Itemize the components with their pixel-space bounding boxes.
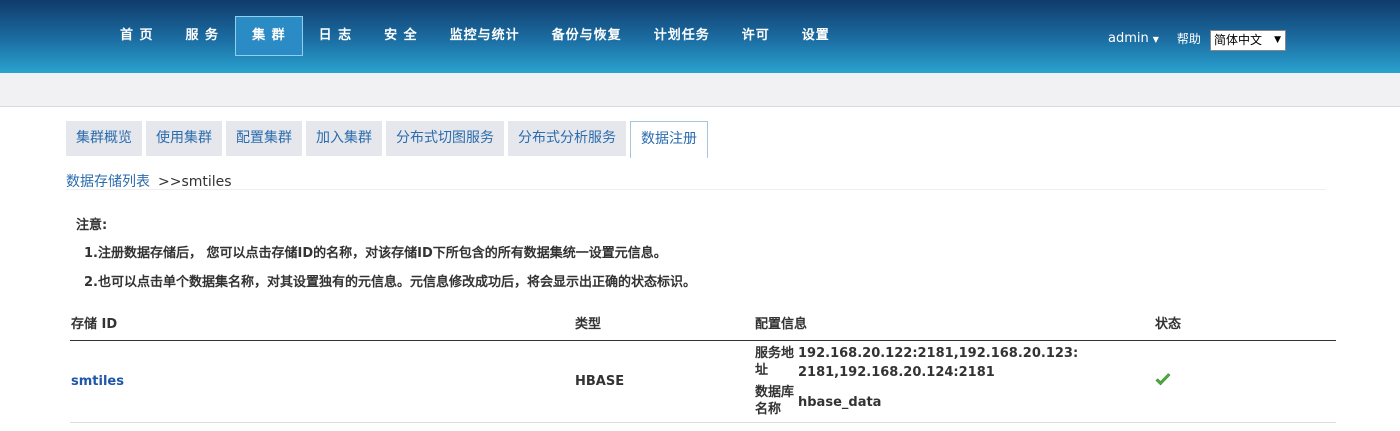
caret-down-icon: ▼ — [1152, 35, 1159, 44]
user-area: admin ▼ 帮助 — [1108, 30, 1211, 47]
check-icon — [1155, 373, 1171, 386]
language-value: 简体中文 — [1214, 33, 1263, 47]
notice-line-1: 1.注册数据存储后， 您可以点击存储ID的名称，对该存储ID下所包含的所有数据集… — [84, 246, 667, 261]
language-select[interactable]: 简体中文 ▼ — [1210, 30, 1286, 51]
nav-item-security[interactable]: 安 全 — [368, 16, 434, 56]
user-name: admin — [1108, 31, 1149, 46]
main-nav: 首 页 服 务 集 群 日 志 安 全 监控与统计 备份与恢复 计划任务 许可 … — [104, 16, 846, 56]
dropdown-arrow-icon: ▼ — [1274, 35, 1281, 45]
column-header-status: 状态 — [1155, 317, 1182, 332]
user-menu[interactable]: admin ▼ — [1108, 31, 1159, 46]
tab-configure-cluster[interactable]: 配置集群 — [226, 121, 302, 156]
column-header-config: 配置信息 — [755, 317, 808, 332]
address-value-line-2: 2181,192.168.20.124:2181 — [798, 365, 995, 380]
sub-header-bar — [0, 73, 1400, 107]
nav-item-backup[interactable]: 备份与恢复 — [536, 16, 638, 56]
nav-item-monitoring[interactable]: 监控与统计 — [434, 16, 536, 56]
tab-cluster-overview[interactable]: 集群概览 — [66, 121, 142, 156]
store-id-link[interactable]: smtiles — [71, 374, 124, 389]
tab-distributed-tiling[interactable]: 分布式切图服务 — [386, 121, 504, 156]
tab-data-registration[interactable]: 数据注册 — [630, 121, 708, 158]
db-name-label-line-2: 名称 — [755, 402, 782, 417]
store-type: HBASE — [575, 374, 625, 389]
notice-line-2: 2.也可以点击单个数据集名称，对其设置独有的元信息。元信息修改成功后，将会显示出… — [84, 275, 696, 290]
db-name-label-line-1: 数据库 — [755, 385, 795, 400]
address-label-line-1: 服务地 — [755, 346, 795, 361]
column-header-store-id: 存储 ID — [71, 317, 118, 332]
tab-join-cluster[interactable]: 加入集群 — [306, 121, 382, 156]
nav-item-home[interactable]: 首 页 — [104, 16, 170, 56]
breadcrumb-link-datastore-list[interactable]: 数据存储列表 — [66, 174, 150, 190]
db-name-label: 数据库 名称 — [755, 384, 795, 418]
table-header-divider — [70, 340, 1336, 341]
nav-item-license[interactable]: 许可 — [726, 16, 786, 56]
address-value: 192.168.20.122:2181,192.168.20.123: 2181… — [798, 344, 1078, 382]
table-row-divider — [70, 422, 1336, 423]
nav-item-cluster[interactable]: 集 群 — [235, 16, 303, 56]
db-name-value: hbase_data — [798, 395, 882, 410]
help-link[interactable]: 帮助 — [1177, 30, 1201, 47]
column-header-type: 类型 — [575, 317, 602, 332]
nav-item-services[interactable]: 服 务 — [170, 16, 236, 56]
nav-item-scheduled-tasks[interactable]: 计划任务 — [638, 16, 726, 56]
cluster-tabs: 集群概览 使用集群 配置集群 加入集群 分布式切图服务 分布式分析服务 数据注册 — [66, 121, 712, 158]
notice-title: 注意: — [76, 218, 108, 233]
nav-item-logs[interactable]: 日 志 — [303, 16, 369, 56]
tab-distributed-analysis[interactable]: 分布式分析服务 — [508, 121, 626, 156]
address-label-line-2: 址 — [755, 363, 769, 378]
breadcrumb-divider — [66, 189, 1326, 190]
top-nav-bar: 首 页 服 务 集 群 日 志 安 全 监控与统计 备份与恢复 计划任务 许可 … — [0, 0, 1400, 73]
address-value-line-1: 192.168.20.122:2181,192.168.20.123: — [798, 346, 1079, 361]
address-label: 服务地 址 — [755, 345, 795, 379]
breadcrumb-current: >>smtiles — [158, 174, 232, 190]
breadcrumb: 数据存储列表 >>smtiles — [66, 171, 232, 191]
nav-item-settings[interactable]: 设置 — [786, 16, 846, 56]
tab-use-cluster[interactable]: 使用集群 — [146, 121, 222, 156]
